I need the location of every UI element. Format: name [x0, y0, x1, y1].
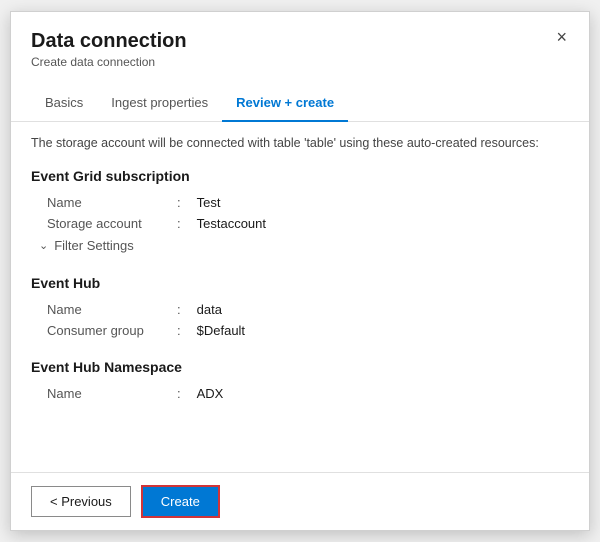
event-hub-namespace-section: Event Hub Namespace Name : ADX: [31, 359, 569, 404]
dialog-body: The storage account will be connected wi…: [11, 122, 589, 472]
event-hub-consumer-row: Consumer group : $Default: [31, 320, 569, 341]
event-grid-name-colon: :: [177, 195, 181, 210]
dialog-subtitle: Create data connection: [31, 55, 569, 69]
namespace-name-colon: :: [177, 386, 181, 401]
event-grid-name-row: Name : Test: [31, 192, 569, 213]
filter-settings-label: Filter Settings: [54, 238, 133, 253]
create-button[interactable]: Create: [141, 485, 220, 518]
filter-settings-row[interactable]: ⌄ Filter Settings: [31, 234, 569, 257]
dialog-title: Data connection: [31, 30, 569, 53]
event-grid-section: Event Grid subscription Name : Test Stor…: [31, 168, 569, 257]
event-hub-name-label: Name: [47, 302, 177, 317]
event-hub-title: Event Hub: [31, 275, 569, 291]
tab-basics[interactable]: Basics: [31, 85, 97, 122]
data-connection-dialog: Data connection Create data connection ×…: [10, 11, 590, 531]
event-grid-name-label: Name: [47, 195, 177, 210]
event-hub-name-row: Name : data: [31, 299, 569, 320]
event-hub-section: Event Hub Name : data Consumer group : $…: [31, 275, 569, 341]
tab-ingest-properties[interactable]: Ingest properties: [97, 85, 222, 122]
event-hub-consumer-value: $Default: [197, 323, 245, 338]
info-text: The storage account will be connected wi…: [31, 136, 569, 150]
tab-review-create[interactable]: Review + create: [222, 85, 348, 122]
namespace-name-value: ADX: [197, 386, 224, 401]
event-hub-consumer-colon: :: [177, 323, 181, 338]
event-hub-consumer-label: Consumer group: [47, 323, 177, 338]
event-grid-storage-colon: :: [177, 216, 181, 231]
tab-bar: Basics Ingest properties Review + create: [11, 85, 589, 122]
event-grid-storage-value: Testaccount: [197, 216, 266, 231]
event-grid-storage-label: Storage account: [47, 216, 177, 231]
event-hub-name-value: data: [197, 302, 222, 317]
namespace-name-row: Name : ADX: [31, 383, 569, 404]
event-grid-storage-row: Storage account : Testaccount: [31, 213, 569, 234]
event-hub-namespace-title: Event Hub Namespace: [31, 359, 569, 375]
dialog-header: Data connection Create data connection ×: [11, 12, 589, 75]
namespace-name-label: Name: [47, 386, 177, 401]
event-grid-title: Event Grid subscription: [31, 168, 569, 184]
event-hub-name-colon: :: [177, 302, 181, 317]
close-button[interactable]: ×: [550, 26, 573, 48]
chevron-down-icon: ⌄: [39, 239, 48, 252]
event-grid-name-value: Test: [197, 195, 221, 210]
previous-button[interactable]: < Previous: [31, 486, 131, 517]
dialog-footer: < Previous Create: [11, 472, 589, 530]
